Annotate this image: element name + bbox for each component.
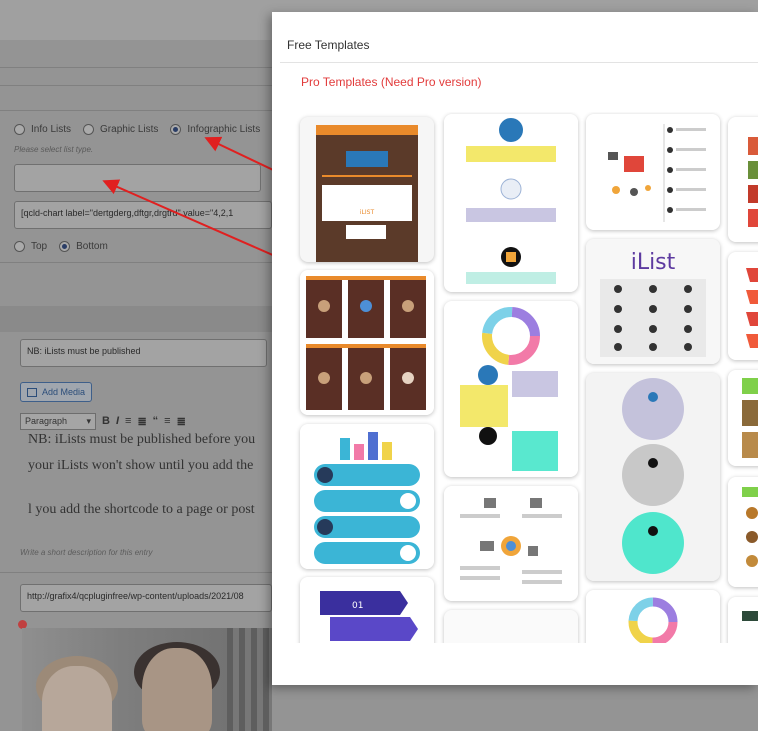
free-templates-modal: Free Templates Pro Templates (Need Pro v… [272, 12, 758, 685]
format-select[interactable]: Paragraph ▾ [20, 412, 96, 430]
radio-label: Bottom [76, 241, 108, 252]
radio-label: Info Lists [31, 124, 72, 135]
svg-text:iLIST: iLIST [360, 209, 375, 216]
position-radio-group: Top Bottom [14, 241, 120, 252]
template-card-green-partial[interactable] [728, 370, 758, 466]
description-hint: Write a short description for this entry [20, 548, 153, 557]
divider [0, 85, 272, 86]
list-type-hint: Please select list type. [14, 145, 94, 154]
template-card-dark-partial[interactable] [728, 597, 758, 643]
template-card-steps-blue[interactable] [444, 114, 578, 292]
radio-info-lists[interactable]: Info Lists [14, 124, 71, 135]
add-media-label: Add Media [42, 387, 86, 397]
editor-line: your iLists won't show until you add the [28, 458, 254, 473]
template-card-donut-small[interactable] [586, 590, 720, 643]
italic-button[interactable]: I [116, 415, 119, 427]
template-card-purple-ribbons[interactable]: 01 02 [300, 577, 434, 643]
blockquote-button[interactable]: “ [153, 415, 159, 427]
radio-circle [14, 241, 25, 252]
pro-templates-heading: Pro Templates (Need Pro version) [301, 75, 482, 89]
editor-line: l you add the shortcode to a page or pos… [28, 502, 255, 517]
add-media-button[interactable]: Add Media [20, 382, 93, 402]
template-card-ilist-logo[interactable]: iList [586, 239, 720, 364]
radio-circle [83, 124, 95, 135]
modal-divider [280, 62, 758, 63]
template-card-circles[interactable] [586, 373, 720, 581]
radio-infographic-lists[interactable]: Infographic Lists [170, 124, 260, 135]
radio-label: Graphic Lists [100, 124, 159, 135]
template-card-tools-timeline[interactable] [586, 114, 720, 230]
divider [0, 110, 272, 111]
svg-text:iList: iList [631, 250, 676, 275]
template-card-red-partial-2[interactable] [728, 252, 758, 360]
template-select-field[interactable] [14, 164, 261, 192]
template-card-numbered-icons[interactable] [444, 486, 578, 601]
divider [0, 67, 272, 68]
align-left-button[interactable]: ≡ [164, 415, 170, 427]
numbered-list-button[interactable]: ≣ [137, 415, 146, 428]
radio-label: Top [31, 241, 48, 252]
bullet-list-button[interactable]: ≡ [125, 415, 131, 427]
radio-label: Infographic Lists [187, 124, 261, 135]
list-type-radio-group: Info Lists Graphic Lists Infographic Lis… [14, 124, 272, 135]
bold-button[interactable]: B [102, 415, 110, 427]
template-card-donut-steps[interactable] [444, 301, 578, 477]
modal-title: Free Templates [287, 38, 370, 52]
radio-circle-selected [170, 124, 182, 135]
divider [0, 262, 272, 263]
editor-line: NB: iLists must be published before you [28, 432, 256, 447]
radio-graphic-lists[interactable]: Graphic Lists [83, 124, 158, 135]
template-card-red-partial[interactable] [728, 117, 758, 242]
title-field[interactable]: NB: iLists must be published [20, 339, 267, 367]
radio-circle [14, 124, 25, 135]
template-card-brown-grid[interactable] [300, 270, 434, 415]
editor-toolbar: Paragraph ▾ B I ≡ ≣ “ ≡ ≣ [20, 410, 272, 432]
format-select-value: Paragraph [25, 415, 68, 426]
shortcode-field[interactable]: [qcld-chart label="dertgderg,dftgr,drgtr… [14, 201, 272, 229]
chevron-down-icon: ▾ [86, 415, 91, 426]
media-icon [27, 387, 37, 397]
entry-image [22, 628, 272, 731]
image-url-field[interactable]: http://grafix4/qcpluginfree/wp-content/u… [20, 584, 272, 612]
template-card-food-partial[interactable] [728, 477, 758, 587]
modal-footer [272, 643, 758, 685]
align-center-button[interactable]: ≣ [177, 415, 186, 428]
svg-text:01: 01 [352, 601, 363, 611]
radio-bottom[interactable]: Bottom [59, 241, 108, 252]
template-card-history-infographic[interactable]: iLIST [300, 117, 434, 262]
template-card-empty[interactable] [444, 610, 578, 643]
divider [0, 572, 272, 573]
radio-top[interactable]: Top [14, 241, 47, 252]
template-grid: iLIST 01 iList [272, 112, 758, 643]
template-card-bar-chart-steps[interactable] [300, 424, 434, 569]
radio-circle-selected [59, 241, 71, 252]
